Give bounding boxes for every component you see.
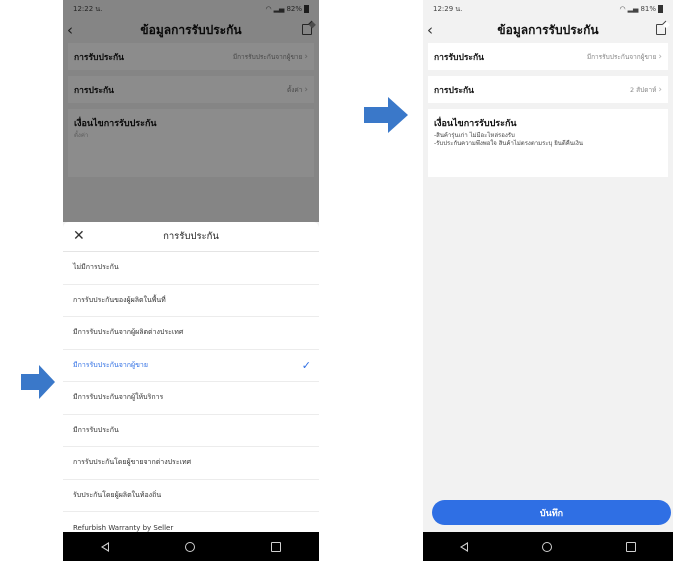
sheet-title: การรับประกัน [163,231,219,242]
modal-backdrop[interactable] [63,0,319,222]
row-value: 2 สัปดาห์ [629,85,657,94]
nav-back-icon[interactable] [460,541,468,552]
battery-level: 81% [640,5,656,13]
warranty-conditions-card[interactable]: เงื่อนไขการรับประกัน -สินค้ารุ่นเก่า ไม่… [428,109,668,177]
option-item[interactable]: การรับประกันโดยผู้ขายจากต่างประเทศ [63,447,319,480]
warranty-type-row[interactable]: การรับประกัน มีการรับประกันจากผู้ขาย › [428,43,668,70]
warranty-period-row[interactable]: การประกัน 2 สัปดาห์ › [428,76,668,103]
conditions-title: เงื่อนไขการรับประกัน [434,119,517,129]
warranty-options-sheet: ✕ การรับประกัน ไม่มีการประกัน การรับประก… [63,222,319,532]
option-label: มีการรับประกันจากผู้ผลิตต่างประเทศ [73,328,184,337]
status-bar: 12:29 น. ◠ ▂▄ 81% [423,0,673,18]
close-icon[interactable]: ✕ [73,227,87,245]
status-time: 12:29 น. [433,4,463,13]
conditions-line: -สินค้ารุ่นเก่า ไม่มีอะไหล่รองรับ [434,132,515,139]
wifi-icon: ◠ [619,5,626,13]
option-label: การรับประกันโดยผู้ขายจากต่างประเทศ [73,458,192,467]
option-item[interactable]: รับประกันโดยผู้ผลิตในท้องถิ่น [63,480,319,512]
option-item[interactable]: ไม่มีการประกัน [63,252,319,285]
nav-recents-icon[interactable] [271,541,281,552]
option-item[interactable]: มีการรับประกันจากผู้ผลิตต่างประเทศ [63,317,319,350]
nav-back-icon[interactable] [101,541,109,552]
phone-screen-warranty-picker: 12:22 น. ◠ ▂▄ 82% ‹ ข้อมูลการรับประกัน ก… [63,0,319,561]
phone-screen-warranty-info: 12:29 น. ◠ ▂▄ 81% ‹ ข้อมูลการรับประกัน ก… [423,0,673,561]
android-nav-bar [423,532,673,561]
chevron-right-icon: › [658,84,662,95]
option-label: มีการรับประกัน [73,425,119,434]
option-label: ไม่มีการประกัน [73,263,119,272]
conditions-line: -รับประกันความพึงพอใจ สินค้าไม่ตรงตามระบ… [434,140,583,147]
row-label: การประกัน [434,85,474,96]
option-item[interactable]: มีการรับประกันจากผู้ให้บริการ [63,382,319,415]
right-arrow-icon [21,365,55,399]
option-item[interactable]: มีการรับประกัน [63,415,319,447]
option-label: การรับประกันของผู้ผลิตในพื้นที่ [73,295,166,304]
nav-home-icon[interactable] [185,541,195,552]
header: ‹ ข้อมูลการรับประกัน [423,18,673,43]
option-label: มีการรับประกันจากผู้ให้บริการ [73,393,164,402]
nav-home-icon[interactable] [542,541,552,552]
android-nav-bar [63,532,319,561]
checkmark-icon: ✓ [301,358,311,372]
back-button[interactable]: ‹ [427,21,443,39]
signal-icon: ▂▄ [627,5,639,13]
save-button[interactable]: บันทึก [432,500,671,525]
option-label: รับประกันโดยผู้ผลิตในท้องถิ่น [73,490,162,499]
right-arrow-icon [364,97,408,133]
sheet-header: ✕ การรับประกัน [63,222,319,252]
battery-icon [658,5,663,13]
option-item[interactable]: การรับประกันของผู้ผลิตในพื้นที่ [63,285,319,317]
row-value: มีการรับประกันจากผู้ขาย [586,52,657,61]
option-item-selected[interactable]: มีการรับประกันจากผู้ขาย ✓ [63,350,319,382]
row-label: การรับประกัน [434,52,484,63]
option-label: มีการรับประกันจากผู้ขาย [73,360,148,369]
nav-recents-icon[interactable] [626,541,636,552]
page-title: ข้อมูลการรับประกัน [497,23,599,37]
chevron-right-icon: › [658,51,662,62]
edit-icon[interactable] [656,24,666,35]
